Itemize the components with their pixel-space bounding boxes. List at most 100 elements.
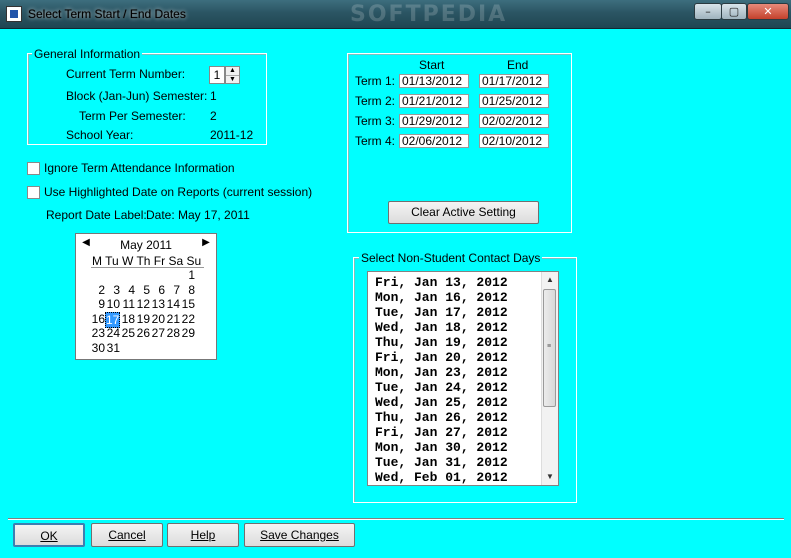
contact-days-listbox[interactable]: Fri, Jan 13, 2012 Mon, Jan 16, 2012 Tue, J… [367,271,559,486]
help-button[interactable]: Help [167,523,239,547]
ok-button[interactable]: OK [13,523,85,547]
maximize-button[interactable]: ▢ [721,3,747,20]
calendar-day[interactable]: 5 [135,283,150,297]
spin-down-icon[interactable]: ▼ [226,76,239,84]
contact-days-label: Select Non-Student Contact Days [359,251,543,265]
list-item[interactable]: Wed, Jan 25, 2012 [375,395,508,410]
list-item[interactable]: Tue, Jan 24, 2012 [375,380,508,395]
scroll-thumb[interactable]: ≡ [543,289,556,407]
clear-active-setting-label: Clear Active Setting [411,205,516,219]
spin-up-icon[interactable]: ▲ [226,67,239,76]
clear-active-setting-button[interactable]: Clear Active Setting [388,201,539,224]
list-item[interactable]: Tue, Jan 31, 2012 [375,455,508,470]
term-end-date-field[interactable]: 01/17/2012 [479,74,549,88]
contact-days-scrollbar[interactable]: ▲ ≡ ▼ [541,272,558,485]
calendar-day[interactable]: 29 [180,326,195,340]
school-year-label: School Year: [66,128,134,142]
calendar-day[interactable]: 10 [105,297,120,311]
calendar-day[interactable]: 27 [150,326,165,340]
list-item[interactable]: Tue, Jan 17, 2012 [375,305,508,320]
term-end-date-field[interactable]: 02/02/2012 [479,114,549,128]
help-button-label: Help [190,528,216,542]
use-highlighted-date-checkbox[interactable] [27,186,40,199]
scroll-up-icon[interactable]: ▲ [542,272,558,288]
calendar-day[interactable]: 8 [180,283,195,297]
end-column-header: End [507,58,529,72]
list-item[interactable]: Mon, Jan 16, 2012 [375,290,508,305]
calendar-day[interactable]: 24 [105,326,120,340]
calendar-day[interactable]: 23 [90,326,105,340]
calendar-day[interactable]: 1 [180,268,195,282]
calendar-day[interactable]: 12 [135,297,150,311]
save-changes-button[interactable]: Save Changes [244,523,355,547]
school-year-value: 2011-12 [210,128,254,142]
term-row-label: Term 3: [355,114,396,128]
save-changes-button-label: Save Changes [260,528,339,542]
scroll-down-icon[interactable]: ▼ [542,469,558,485]
term-end-date-field[interactable]: 01/25/2012 [479,94,549,108]
list-item[interactable]: Mon, Jan 30, 2012 [375,440,508,455]
list-item[interactable]: Fri, Jan 20, 2012 [375,350,508,365]
calendar-day[interactable]: 11 [120,297,135,311]
list-item[interactable]: Mon, Jan 23, 2012 [375,365,508,380]
list-item[interactable]: Thu, Jan 26, 2012 [375,410,508,425]
term-start-date-field[interactable]: 01/21/2012 [399,94,469,108]
calendar-next-icon[interactable]: ▶ [200,237,212,248]
ignore-attendance-checkbox[interactable] [27,162,40,175]
calendar-prev-icon[interactable]: ◀ [80,237,92,248]
list-item[interactable]: Fri, Jan 13, 2012 [375,275,508,290]
current-term-input[interactable]: 1 [209,66,225,84]
list-item[interactable]: Wed, Jan 18, 2012 [375,320,508,335]
calendar-day[interactable]: 13 [150,297,165,311]
calendar-day[interactable]: 9 [90,297,105,311]
calendar-day[interactable]: 14 [165,297,180,311]
report-date-value: Date: May 17, 2011 [146,208,250,222]
calendar-day[interactable]: 2 [90,283,105,297]
term-end-date-field[interactable]: 02/10/2012 [479,134,549,148]
title-bar[interactable]: Select Term Start / End Dates SOFTPEDIA … [0,0,791,29]
term-row-label: Term 2: [355,94,396,108]
term-row-label: Term 4: [355,134,396,148]
block-semester-value: 1 [210,89,217,103]
calendar-day[interactable]: 26 [135,326,150,340]
list-item[interactable]: Thu, Jan 19, 2012 [375,335,508,350]
calendar-day[interactable]: 25 [120,326,135,340]
list-item[interactable]: Wed, Feb 01, 2012 [375,470,508,485]
calendar-day[interactable]: 3 [105,283,120,297]
calendar-day-of-week-header: M Tu W Th Fr Sa Su [92,254,202,268]
calendar-day[interactable]: 21 [165,312,180,326]
calendar-day[interactable]: 22 [180,312,195,326]
current-term-stepper[interactable]: ▲ ▼ [225,66,240,84]
month-calendar[interactable]: May 2011 ◀ ▶ M Tu W Th Fr Sa Su 12345678… [75,233,217,360]
calendar-day[interactable]: 28 [165,326,180,340]
close-button[interactable]: ✕ [747,3,789,20]
calendar-day[interactable]: 31 [105,341,120,355]
current-term-label: Current Term Number: [66,67,186,81]
calendar-day[interactable]: 20 [150,312,165,326]
calendar-day[interactable]: 19 [135,312,150,326]
ignore-attendance-label[interactable]: Ignore Term Attendance Information [44,161,235,175]
calendar-day[interactable]: 7 [165,283,180,297]
calendar-day[interactable]: 18 [120,312,135,326]
calendar-month-label: May 2011 [120,238,172,252]
watermark-logo: SOFTPEDIA [350,2,508,27]
grip-icon: ≡ [547,343,552,350]
use-highlighted-date-label[interactable]: Use Highlighted Date on Reports (current… [44,185,312,199]
calendar-day[interactable]: 16 [90,312,105,326]
cancel-button[interactable]: Cancel [91,523,163,547]
minimize-button[interactable]: – [694,3,722,20]
term-per-semester-value: 2 [210,109,217,123]
calendar-day[interactable]: 30 [90,341,105,355]
term-start-date-field[interactable]: 01/13/2012 [399,74,469,88]
cancel-button-label: Cancel [108,528,146,542]
general-info-label: General Information [32,47,143,61]
list-item[interactable]: Fri, Jan 27, 2012 [375,425,508,440]
app-icon [6,6,22,22]
calendar-day[interactable]: 4 [120,283,135,297]
term-start-date-field[interactable]: 02/06/2012 [399,134,469,148]
calendar-day[interactable]: 6 [150,283,165,297]
calendar-day[interactable]: 15 [180,297,195,311]
term-start-date-field[interactable]: 01/29/2012 [399,114,469,128]
term-per-semester-label: Term Per Semester: [79,109,186,123]
bottom-separator [8,518,784,520]
